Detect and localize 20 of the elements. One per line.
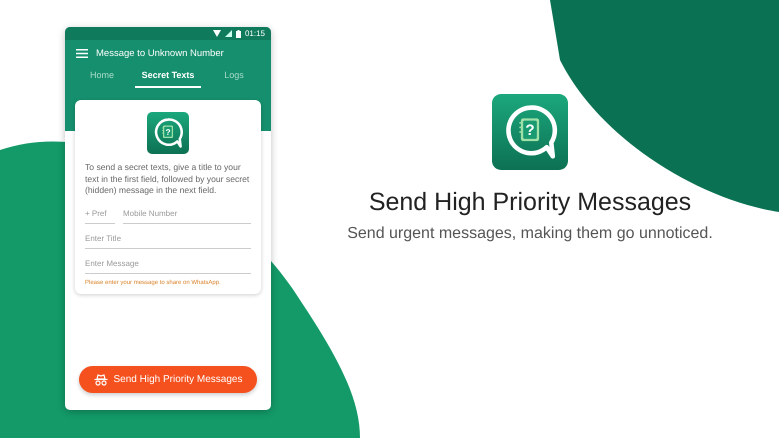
description-text: To send a secret texts, give a title to your text in the first field, followed by your secret (hidden) message in the next field. [85,162,250,196]
app-logo-icon: ? [492,94,568,170]
title-field[interactable]: Enter Title [85,228,251,248]
tab[interactable]: Logs [201,65,267,88]
prefix-field[interactable]: + Pref [85,202,115,224]
app-title: Message to Unknown Number [96,48,224,59]
chat-notebook-icon: ? [147,112,189,154]
promo-title: Send High Priority Messages [368,188,692,217]
battery-icon [236,30,241,38]
message-field[interactable]: Enter Message [85,252,251,274]
tab[interactable]: Secret Texts [135,65,201,88]
tab[interactable]: Home [69,65,135,88]
send-button[interactable]: Send High Priority Messages [79,366,257,393]
signal-icon [224,30,232,37]
menu-icon[interactable] [76,49,88,58]
clock-time: 01:15 [244,29,265,38]
promo-subtitle: Send urgent messages, making them go unnoticed. [347,225,713,243]
spy-icon [94,374,108,386]
mobile-number-field[interactable]: Mobile Number [123,202,251,224]
wifi-icon [212,30,221,37]
